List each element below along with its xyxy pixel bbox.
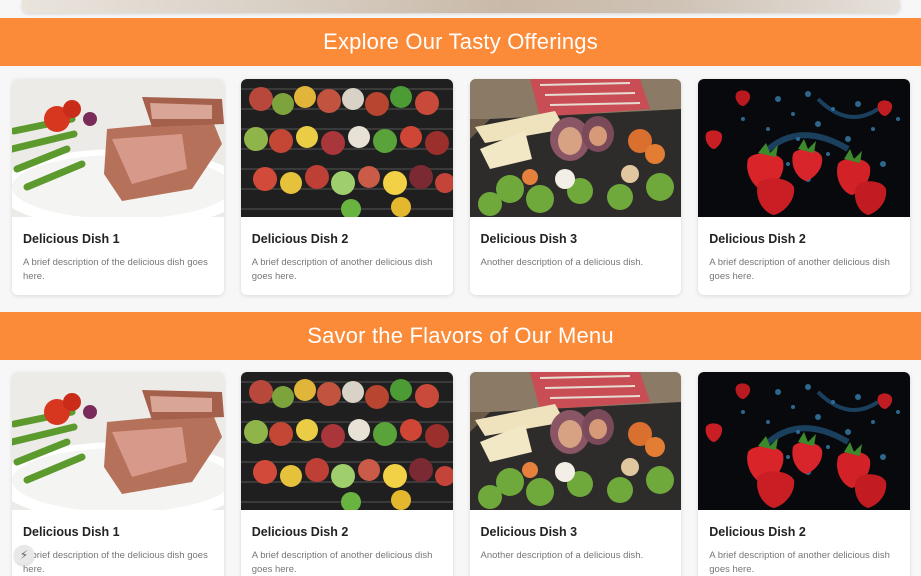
dish-grid: Delicious Dish 1 A brief description of … (12, 372, 910, 576)
dish-card[interactable]: Delicious Dish 3 Another description of … (469, 79, 682, 295)
dish-card[interactable]: Delicious Dish 1 A brief description of … (12, 79, 224, 295)
dish-description: A brief description of the delicious dis… (23, 550, 208, 575)
lightning-icon: ⚡ (19, 548, 29, 562)
dish-title: Delicious Dish 3 (480, 525, 578, 539)
dish-card[interactable]: Delicious Dish 2 A brief description of … (698, 372, 910, 576)
dish-description: A brief description of another delicious… (709, 550, 890, 575)
section-title: Explore Our Tasty Offerings (323, 29, 598, 54)
dish-description: A brief description of another delicious… (251, 550, 433, 575)
dish-title: Delicious Dish 2 (251, 525, 349, 539)
dish-image-steak (12, 372, 224, 510)
section-title: Savor the Flavors of Our Menu (307, 323, 614, 348)
dish-card[interactable]: Delicious Dish 1 A brief description of … (12, 372, 224, 576)
dish-description: Another description of a delicious dish. (480, 257, 644, 268)
dish-title: Delicious Dish 2 (709, 232, 806, 246)
dish-description: A brief description of another delicious… (251, 257, 433, 282)
dish-image-cheese-platter (469, 79, 682, 217)
dish-grid: Delicious Dish 1 A brief description of … (12, 79, 910, 295)
floating-action-button[interactable]: ⚡ (14, 545, 34, 565)
dish-card[interactable]: Delicious Dish 3 Another description of … (469, 372, 682, 576)
dish-image-cheese-platter (469, 372, 682, 510)
section-banner: Savor the Flavors of Our Menu (0, 312, 921, 360)
hero-image-bottom-edge (22, 0, 900, 13)
dish-image-strawberries (698, 372, 910, 510)
dish-image-skewers (240, 79, 453, 217)
dish-description: A brief description of the delicious dis… (23, 257, 208, 282)
dish-card[interactable]: Delicious Dish 2 A brief description of … (698, 79, 910, 295)
dish-title: Delicious Dish 3 (480, 232, 578, 246)
dish-title: Delicious Dish 2 (709, 525, 806, 539)
dish-description: A brief description of another delicious… (709, 257, 890, 282)
dish-image-skewers (240, 372, 453, 510)
dish-title: Delicious Dish 1 (23, 232, 120, 246)
dish-card[interactable]: Delicious Dish 2 A brief description of … (240, 79, 453, 295)
section-banner: Explore Our Tasty Offerings (0, 18, 921, 66)
dish-image-strawberries (698, 79, 910, 217)
dish-title: Delicious Dish 2 (251, 232, 349, 246)
dish-image-steak (12, 79, 224, 217)
dish-description: Another description of a delicious dish. (480, 550, 644, 561)
dish-title: Delicious Dish 1 (23, 525, 120, 539)
dish-card[interactable]: Delicious Dish 2 A brief description of … (240, 372, 453, 576)
